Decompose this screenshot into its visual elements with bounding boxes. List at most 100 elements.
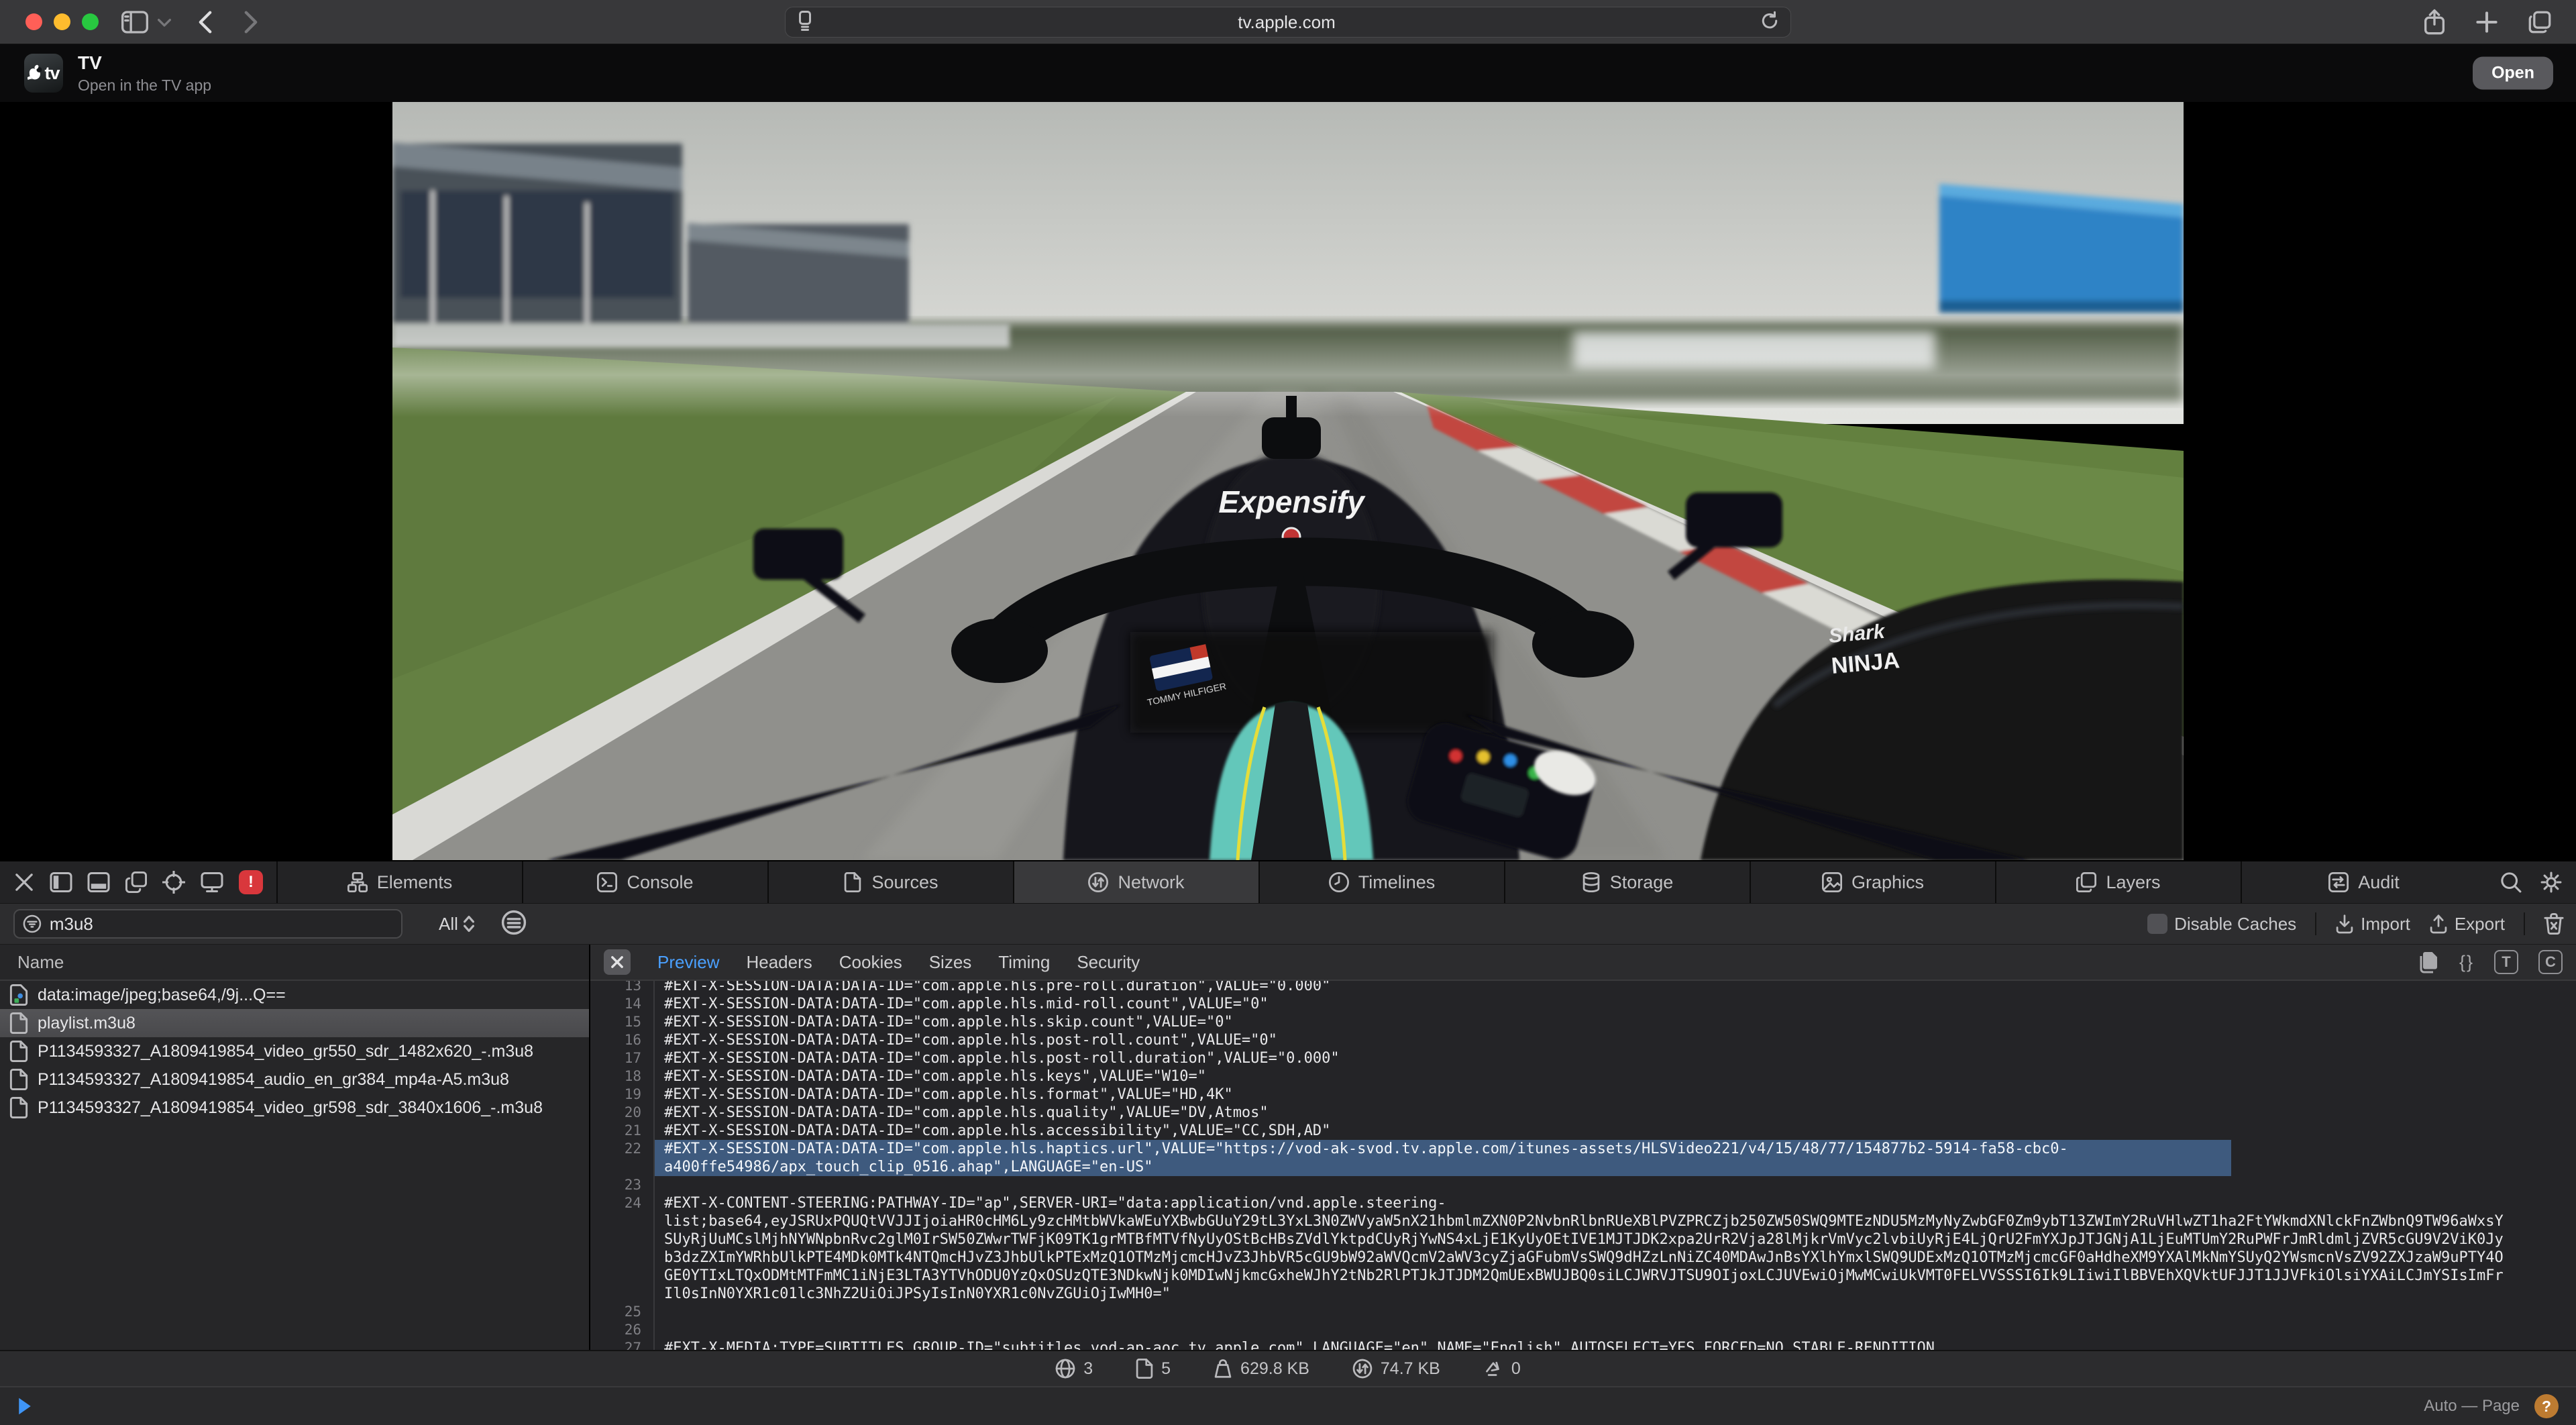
- detail-tab-headers[interactable]: Headers: [746, 952, 812, 973]
- filter-bar-right: Disable Caches Import Export: [2147, 912, 2576, 935]
- tab-network[interactable]: Network: [1014, 861, 1260, 903]
- export-button[interactable]: Export: [2429, 914, 2505, 935]
- devtools-tabbar-right: [2486, 861, 2576, 903]
- scope-select[interactable]: All: [439, 914, 474, 935]
- sidebar-chevron-icon[interactable]: [158, 17, 171, 27]
- help-badge[interactable]: ?: [2534, 1394, 2559, 1418]
- code-content: 13#EXT-X-SESSION-DATA:DATA-ID="com.apple…: [590, 981, 2576, 1350]
- stat-total-size: 629.8 KB: [1214, 1359, 1309, 1379]
- resource-name: P1134593327_A1809419854_audio_en_gr384_m…: [38, 1070, 509, 1090]
- address-bar[interactable]: tv.apple.com: [785, 7, 1791, 38]
- detail-header-icons: {} T C: [2419, 950, 2563, 974]
- name-column-header[interactable]: Name: [0, 945, 589, 981]
- close-detail-button[interactable]: [604, 949, 631, 975]
- detail-tab-sizes[interactable]: Sizes: [929, 952, 972, 973]
- export-icon: [2429, 914, 2448, 934]
- stat-resources: 5: [1136, 1359, 1171, 1379]
- resource-row-audio-gr384[interactable]: P1134593327_A1809419854_audio_en_gr384_m…: [0, 1065, 589, 1094]
- page-settings-icon[interactable]: [796, 11, 814, 34]
- minimize-window-button[interactable]: [54, 13, 70, 30]
- updown-chevron-icon: [464, 915, 474, 933]
- share-icon[interactable]: [2423, 9, 2446, 36]
- forward-button[interactable]: [244, 10, 258, 34]
- tab-timelines[interactable]: Timelines: [1260, 861, 1505, 903]
- disable-caches-checkbox[interactable]: [2147, 914, 2167, 934]
- resource-row-dataimage[interactable]: data:image/jpeg;base64,/9j...Q==: [0, 981, 589, 1009]
- import-button[interactable]: Import: [2335, 914, 2410, 935]
- sidebar-toggle-icon[interactable]: [121, 11, 148, 34]
- code-line: 15#EXT-X-SESSION-DATA:DATA-ID="com.apple…: [590, 1013, 2576, 1031]
- open-in-tv-app-button[interactable]: Open: [2473, 57, 2553, 90]
- tab-audit[interactable]: Audit: [2242, 861, 2486, 903]
- export-label: Export: [2455, 914, 2505, 935]
- code-line: 24#EXT-X-CONTENT-STEERING:PATHWAY-ID="ap…: [590, 1194, 2576, 1303]
- detail-tab-cookies[interactable]: Cookies: [839, 952, 902, 973]
- tab-sources[interactable]: Sources: [769, 861, 1014, 903]
- back-button[interactable]: [198, 10, 213, 34]
- text-mode-icon[interactable]: T: [2494, 950, 2518, 974]
- execution-context-selector[interactable]: Auto — Page: [2424, 1397, 2520, 1416]
- new-tab-icon[interactable]: [2475, 11, 2498, 34]
- close-window-button[interactable]: [25, 13, 42, 30]
- globe-icon: [1055, 1359, 1075, 1379]
- device-settings-icon[interactable]: [200, 872, 224, 893]
- tab-layers[interactable]: Layers: [1996, 861, 2242, 903]
- devtools-tab-bar: ! Elements Console Sources Network Timel…: [0, 860, 2576, 903]
- zoom-window-button[interactable]: [82, 13, 99, 30]
- stat-total-size-value: 629.8 KB: [1240, 1359, 1309, 1379]
- detail-tab-timing[interactable]: Timing: [998, 952, 1050, 973]
- m3u8-preview-pane[interactable]: 13#EXT-X-SESSION-DATA:DATA-ID="com.apple…: [590, 981, 2576, 1350]
- close-icon: [610, 955, 624, 969]
- resource-row-video-gr550[interactable]: P1134593327_A1809419854_video_gr550_sdr_…: [0, 1037, 589, 1065]
- tab-label: Elements: [377, 872, 453, 893]
- search-icon[interactable]: [2500, 871, 2522, 894]
- pretty-print-icon[interactable]: {}: [2459, 952, 2474, 973]
- code-line: 26: [590, 1321, 2576, 1339]
- document-icon: [1136, 1359, 1153, 1379]
- elements-icon: [347, 872, 368, 892]
- dock-to-side-icon[interactable]: [50, 872, 72, 892]
- browser-toolbar: tv.apple.com: [0, 0, 2576, 44]
- smart-app-banner: tv TV Open in the TV app Open: [0, 44, 2576, 102]
- media-type-filter-icon[interactable]: [501, 910, 527, 939]
- clear-network-items-icon[interactable]: [2544, 913, 2564, 935]
- resource-filter-field[interactable]: [13, 909, 402, 939]
- code-line: 13#EXT-X-SESSION-DATA:DATA-ID="com.apple…: [590, 981, 2576, 995]
- tab-storage[interactable]: Storage: [1505, 861, 1751, 903]
- apple-tv-icon-text: tv: [44, 63, 59, 84]
- disable-caches-toggle[interactable]: Disable Caches: [2147, 914, 2296, 935]
- resource-name: data:image/jpeg;base64,/9j...Q==: [38, 986, 286, 1005]
- source-mode-icon[interactable]: C: [2538, 950, 2563, 974]
- transfer-icon: [1352, 1359, 1373, 1379]
- graphics-icon: [1822, 872, 1842, 892]
- resources-sidebar: Name data:image/jpeg;base64,/9j...Q== pl…: [0, 945, 590, 1350]
- video-player[interactable]: Shark NINJA Expensify: [392, 102, 2184, 860]
- divider: [2524, 912, 2525, 935]
- close-inspector-icon[interactable]: [13, 872, 35, 893]
- console-icon: [597, 872, 617, 892]
- gear-icon[interactable]: [2540, 871, 2563, 894]
- detail-tab-preview[interactable]: Preview: [657, 952, 719, 973]
- quick-console-bar[interactable]: Auto — Page ?: [0, 1386, 2576, 1425]
- tab-overview-icon[interactable]: [2528, 10, 2552, 34]
- document-icon: [9, 1097, 28, 1118]
- f1-onboard-video-frame: Shark NINJA Expensify: [392, 102, 2184, 860]
- tab-console[interactable]: Console: [523, 861, 769, 903]
- tab-graphics[interactable]: Graphics: [1751, 861, 1996, 903]
- video-stage: Shark NINJA Expensify: [0, 102, 2576, 860]
- tab-elements[interactable]: Elements: [278, 861, 523, 903]
- inspect-element-icon[interactable]: [162, 871, 185, 894]
- resource-row-video-gr598[interactable]: P1134593327_A1809419854_video_gr598_sdr_…: [0, 1094, 589, 1122]
- disable-caches-label: Disable Caches: [2174, 914, 2296, 935]
- detach-inspector-icon[interactable]: [125, 872, 148, 893]
- filter-input[interactable]: [50, 914, 393, 935]
- resource-detail-panel: Preview Headers Cookies Sizes Timing Sec…: [590, 945, 2576, 1350]
- code-line: 21#EXT-X-SESSION-DATA:DATA-ID="com.apple…: [590, 1122, 2576, 1140]
- resource-row-playlist[interactable]: playlist.m3u8: [0, 1009, 589, 1037]
- copy-icon[interactable]: [2419, 951, 2439, 973]
- detail-tab-security[interactable]: Security: [1077, 952, 1140, 973]
- reload-icon[interactable]: [1760, 11, 1780, 34]
- filter-icon: [23, 914, 42, 934]
- issues-badge[interactable]: !: [239, 870, 263, 894]
- dock-to-bottom-icon[interactable]: [87, 872, 110, 892]
